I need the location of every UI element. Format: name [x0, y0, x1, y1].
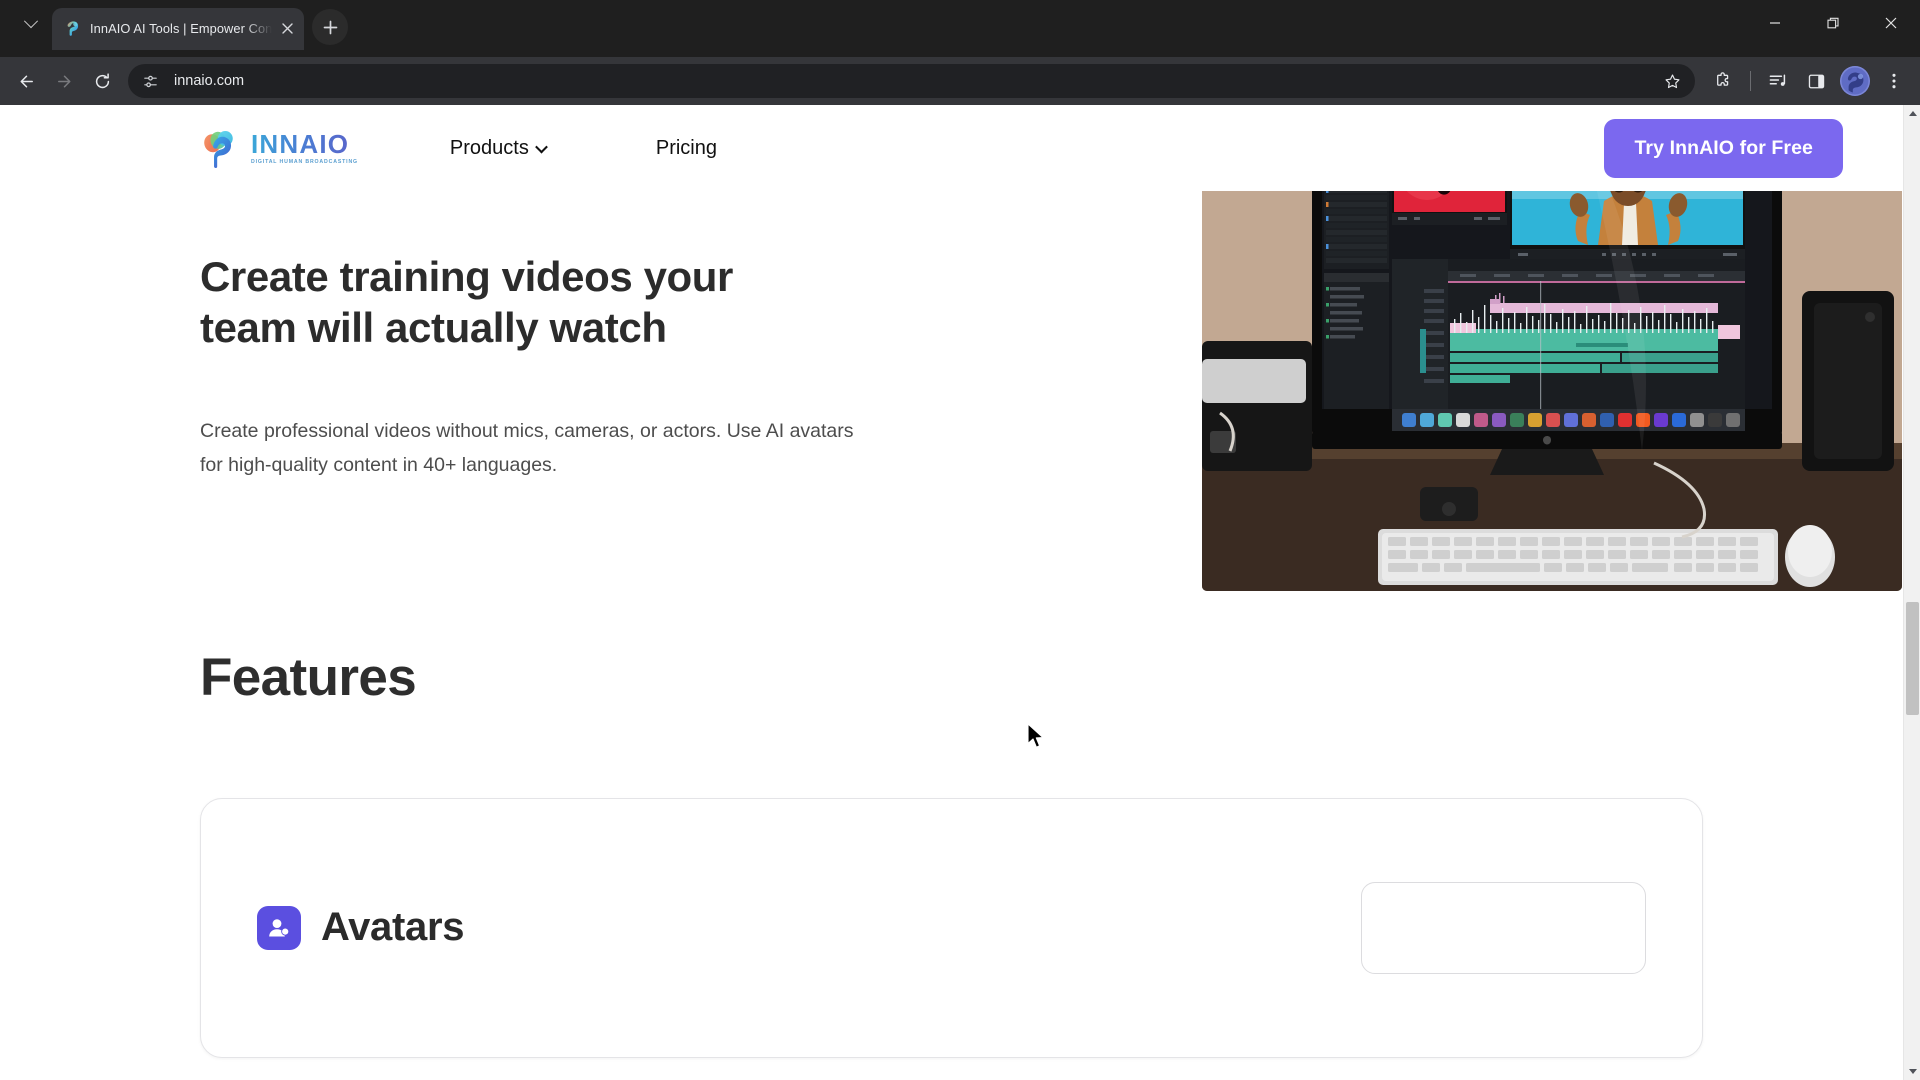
tab-search-button[interactable] [14, 7, 48, 41]
page-scrollbar[interactable] [1903, 105, 1920, 1080]
close-tab-icon[interactable] [276, 18, 298, 40]
triangle-up-icon [1908, 111, 1917, 116]
nav-item-products[interactable]: Products [449, 131, 548, 166]
webpage-content: INNAIO DIGITAL HUMAN BROADCASTING Produc… [0, 105, 1903, 1080]
side-panel-icon[interactable] [1798, 63, 1834, 99]
page-viewport: INNAIO DIGITAL HUMAN BROADCASTING Produc… [0, 105, 1920, 1080]
hero-section: Create training videos your team will ac… [0, 105, 1903, 591]
feature-card-avatars[interactable]: Avatars [200, 797, 1703, 1058]
chevron-down-icon [23, 13, 39, 28]
browser-window: InnAIO AI Tools | Empower Con innaio.com… [0, 0, 1920, 1080]
features-section: Features Avatars [0, 651, 1903, 1058]
browser-tab-active[interactable]: InnAIO AI Tools | Empower Con [52, 7, 305, 50]
chrome-menu-icon[interactable] [1876, 63, 1912, 99]
tab-title: InnAIO AI Tools | Empower Con [90, 21, 273, 36]
features-heading: Features [200, 647, 417, 707]
forward-button[interactable] [46, 63, 82, 99]
hero-title: Create training videos your team will ac… [200, 253, 734, 352]
nav-item-pricing-label: Pricing [655, 136, 717, 159]
reload-button[interactable] [84, 63, 120, 99]
nav-item-products-label: Products [449, 136, 529, 159]
innaio-logo-icon [200, 127, 242, 169]
media-control-icon[interactable] [1760, 63, 1796, 99]
site-settings-icon[interactable] [136, 67, 164, 95]
site-logo[interactable]: INNAIO DIGITAL HUMAN BROADCASTING [200, 127, 358, 169]
logo-text-block: INNAIO DIGITAL HUMAN BROADCASTING [251, 131, 358, 165]
url-text[interactable]: innaio.com [164, 73, 1657, 89]
logo-tagline: DIGITAL HUMAN BROADCASTING [251, 158, 358, 165]
triangle-down-icon [1908, 1069, 1917, 1074]
hero-text-column: Create training videos your team will ac… [200, 191, 900, 483]
back-button[interactable] [8, 63, 44, 99]
bookmark-star-icon[interactable] [1657, 66, 1687, 96]
innaio-favicon [64, 20, 81, 37]
chevron-down-icon [534, 140, 548, 153]
scroll-down-arrow-icon[interactable] [1904, 1063, 1920, 1080]
extensions-icon[interactable] [1705, 63, 1741, 99]
address-bar[interactable]: innaio.com [128, 64, 1695, 98]
scrollbar-thumb[interactable] [1906, 602, 1919, 715]
feature-card-header: Avatars [257, 905, 464, 950]
maximize-button[interactable] [1804, 0, 1862, 46]
profile-avatar[interactable] [1840, 66, 1870, 96]
nav-item-pricing[interactable]: Pricing [656, 131, 717, 166]
new-tab-button[interactable] [312, 9, 349, 45]
scroll-up-arrow-icon[interactable] [1904, 105, 1920, 122]
hero-subtitle: Create professional videos without mics,… [200, 420, 854, 476]
window-controls [1746, 0, 1920, 46]
tab-strip-left: InnAIO AI Tools | Empower Con [4, 0, 349, 57]
close-window-button[interactable] [1862, 0, 1920, 46]
try-for-free-button[interactable]: Try InnAIO for Free [1604, 118, 1843, 178]
feature-card-title: Avatars [321, 905, 465, 950]
tab-strip: InnAIO AI Tools | Empower Con [0, 0, 1920, 57]
site-nav: Products Pricing [450, 131, 717, 166]
feature-card-preview[interactable] [1361, 881, 1646, 974]
minimize-button[interactable] [1746, 0, 1804, 46]
avatar-person-icon [257, 905, 301, 950]
logo-wordmark: INNAIO [251, 131, 358, 157]
site-header: INNAIO DIGITAL HUMAN BROADCASTING Produc… [0, 105, 1903, 191]
toolbar-divider [1750, 71, 1751, 91]
hero-image-column [900, 105, 1902, 591]
browser-toolbar: innaio.com [0, 57, 1920, 105]
